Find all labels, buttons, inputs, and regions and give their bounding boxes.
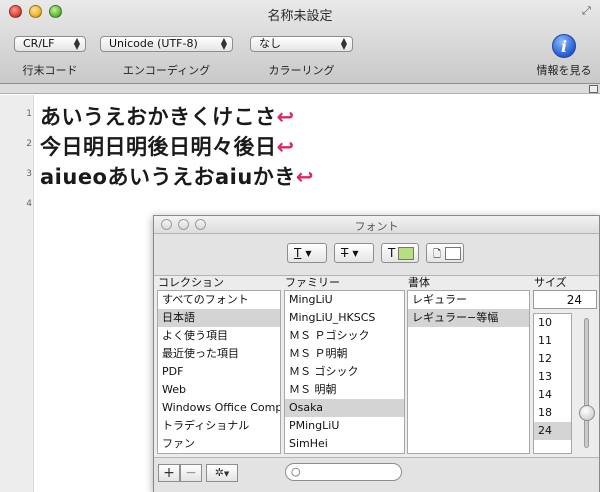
action-menu-button[interactable]: ✲▼	[206, 464, 238, 482]
chevron-down-icon: ▼	[352, 248, 359, 258]
font-panel-toolbar: T ▼ T ▼ T 🗋	[154, 234, 599, 276]
underline-icon: T	[294, 246, 302, 260]
return-icon: ↩	[276, 105, 295, 129]
editor-line[interactable]: aiueoあいうえおaiuかき↩	[40, 161, 314, 191]
size-item[interactable]: 24	[534, 422, 571, 440]
popup-arrows-icon: ▲ ▼	[220, 36, 227, 51]
line-text: あいうえおかきくけこさ	[40, 105, 277, 129]
size-item[interactable]: 14	[534, 386, 571, 404]
collection-item[interactable]: 日本語	[158, 309, 280, 327]
family-header: ファミリー	[285, 276, 340, 289]
collection-item[interactable]: Windows Office Comp	[158, 399, 280, 417]
collection-item[interactable]: PDF	[158, 363, 280, 381]
coloring-value: なし	[259, 37, 281, 50]
font-panel-bottom-bar: + − ✲▼ ○	[154, 457, 599, 492]
size-item[interactable]: 12	[534, 350, 571, 368]
strikethrough-icon: T	[341, 246, 349, 260]
line-ending-label: 行末コード	[22, 64, 78, 77]
family-item[interactable]: ＭＳ ゴシック	[285, 363, 404, 381]
collection-header: コレクション	[158, 276, 224, 289]
family-item[interactable]: MingLiU	[285, 291, 404, 309]
size-item[interactable]: 10	[534, 314, 571, 332]
underline-popup[interactable]: T ▼	[287, 243, 327, 263]
family-item[interactable]: PMingLiU	[285, 417, 404, 435]
encoding-popup[interactable]: Unicode (UTF-8) ▲ ▼	[100, 36, 233, 52]
line-number: 1	[26, 109, 32, 119]
collection-item[interactable]: Web	[158, 381, 280, 399]
popup-arrows-icon: ▲ ▼	[340, 36, 347, 51]
font-panel-titlebar: フォント	[154, 216, 599, 234]
chevron-down-icon: ▼	[305, 248, 312, 258]
line-text: aiueoあいうえおaiuかき	[40, 165, 296, 189]
family-item[interactable]: ＭＳ Ｐ明朝	[285, 345, 404, 363]
size-input[interactable]: 24	[533, 290, 597, 309]
coloring-label: カラーリング	[268, 64, 335, 77]
gear-icon: ✲	[214, 466, 224, 479]
collection-item[interactable]: すべてのフォント	[158, 291, 280, 309]
size-item[interactable]: 13	[534, 368, 571, 386]
size-slider-knob[interactable]	[579, 405, 595, 421]
add-collection-button[interactable]: +	[158, 464, 180, 482]
family-item[interactable]: MingLiU_HKSCS	[285, 309, 404, 327]
font-search-input[interactable]: ○	[285, 463, 402, 481]
text-color-icon: T	[388, 246, 396, 260]
line-number: 4	[26, 199, 32, 209]
encoding-label: エンコーディング	[122, 64, 211, 77]
line-text: 今日明日明後日明々後日	[40, 135, 277, 159]
line-ending-value: CR/LF	[23, 37, 55, 50]
size-item[interactable]: 18	[534, 404, 571, 422]
line-ending-popup[interactable]: CR/LF ▲ ▼	[14, 36, 86, 52]
line-number: 3	[26, 169, 32, 179]
size-list[interactable]: 10 11 12 13 14 18 24	[533, 313, 572, 454]
collection-item[interactable]: よく使う項目	[158, 327, 280, 345]
return-icon: ↩	[276, 135, 295, 159]
family-item[interactable]: SimHei	[285, 435, 404, 453]
remove-collection-button[interactable]: −	[180, 464, 202, 482]
text-color-swatch	[398, 247, 414, 260]
coloring-popup[interactable]: なし ▲ ▼	[250, 36, 353, 52]
family-item[interactable]: ＭＳ Ｐゴシック	[285, 327, 404, 345]
collection-list[interactable]: すべてのフォント 日本語 よく使う項目 最近使った項目 PDF Web Windows Of…	[157, 290, 281, 454]
strikethrough-popup[interactable]: T ▼	[334, 243, 374, 263]
document-color-button[interactable]: 🗋	[426, 243, 464, 263]
typeface-item[interactable]: レギュラー	[408, 291, 529, 309]
family-list[interactable]: MingLiU MingLiU_HKSCS ＭＳ Ｐゴシック ＭＳ Ｐ明朝 ＭＳ ゴシッ…	[284, 290, 405, 454]
family-item[interactable]: ＭＳ 明朝	[285, 381, 404, 399]
search-icon: ○	[291, 465, 301, 478]
typeface-list[interactable]: レギュラー レギュラー−等幅	[407, 290, 530, 454]
encoding-value: Unicode (UTF-8)	[109, 37, 198, 50]
window-titlebar: 名称未設定 ⤢ CR/LF ▲ ▼ 行末コード Unicode (UTF-8) ▲…	[0, 0, 600, 84]
chevron-down-icon: ▼	[223, 470, 230, 478]
fullscreen-icon[interactable]: ⤢	[582, 5, 594, 17]
collection-item[interactable]: 最近使った項目	[158, 345, 280, 363]
line-number: 2	[26, 139, 32, 149]
editor-line[interactable]: あいうえおかきくけこさ↩	[40, 101, 295, 131]
size-item[interactable]: 11	[534, 332, 571, 350]
collection-item[interactable]: トラディショナル	[158, 417, 280, 435]
info-icon[interactable]: i	[552, 34, 576, 58]
line-number-gutter: 1 2 3 4	[0, 95, 34, 492]
font-panel-title: フォント	[354, 220, 399, 233]
typeface-header: 書体	[408, 276, 430, 289]
window-title: 名称未設定	[267, 9, 333, 24]
collection-item[interactable]: ファン	[158, 435, 280, 453]
ruler	[0, 84, 600, 94]
family-item[interactable]: Osaka	[285, 399, 404, 417]
split-view-icon[interactable]	[589, 85, 598, 93]
popup-arrows-icon: ▲ ▼	[73, 36, 80, 51]
info-label[interactable]: 情報を見る	[528, 62, 600, 78]
return-icon: ↩	[295, 165, 314, 189]
size-header: サイズ	[534, 276, 567, 289]
text-color-button[interactable]: T	[381, 243, 419, 263]
font-panel: フォント T ▼ T ▼ T 🗋 コレクション ファミリー 書体 サイズ すべてのフ…	[153, 215, 600, 492]
editor-line[interactable]: 今日明日明後日明々後日↩	[40, 131, 295, 161]
size-slider-track[interactable]	[584, 318, 589, 448]
document-icon: 🗋	[433, 249, 442, 260]
typeface-item[interactable]: レギュラー−等幅	[408, 309, 529, 327]
document-color-swatch	[445, 247, 461, 260]
